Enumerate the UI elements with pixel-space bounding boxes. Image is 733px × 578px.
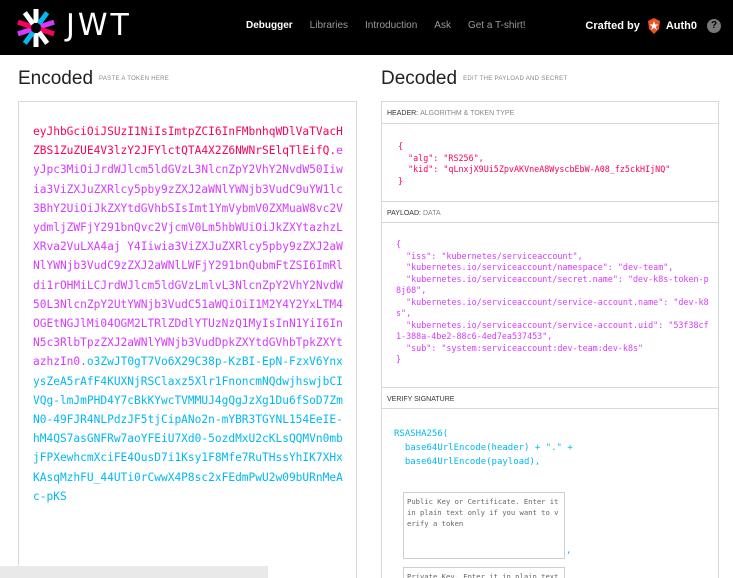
token-dot-2: .	[80, 355, 87, 369]
encoded-title-text: Encoded	[18, 68, 94, 89]
private-key-input[interactable]: Private Key. Enter it in plain text only…	[403, 567, 565, 578]
nav-link-tshirt[interactable]: Get a T-shirt!	[468, 20, 526, 31]
encoded-subtitle: PASTE A TOKEN HERE	[99, 75, 170, 82]
payload-section-label: PAYLOAD: DATA	[382, 201, 718, 223]
json-line: }	[398, 175, 404, 186]
sig-line: base64UrlEncode(header) + "." +	[394, 443, 573, 453]
json-line: "kubernetes.io/serviceaccount/service-ac…	[396, 319, 709, 342]
payload-label: PAYLOAD:	[387, 210, 421, 217]
decoded-title: Decoded EDIT THE PAYLOAD AND SECRET	[381, 68, 567, 90]
verify-label: VERIFY SIGNATURE	[387, 396, 455, 403]
header-section-label: HEADER: ALGORITHM & TOKEN TYPE	[382, 102, 718, 124]
token-header-part: eyJhbGciOiJSUzI1NiIsImtpZCI6InFMbnhqWDlV…	[33, 125, 343, 158]
horizontal-scrollbar[interactable]	[0, 566, 268, 578]
logo-text[interactable]: JWT	[66, 8, 132, 43]
json-line: "iss": "kubernetes/serviceaccount",	[396, 250, 583, 261]
json-line: "kid": "qLnxjX9Ui5ZpvAKVneA8WyscbEbW-A08…	[398, 164, 671, 174]
header-sublabel: ALGORITHM & TOKEN TYPE	[420, 110, 515, 117]
top-navbar: JWT Debugger Libraries Introduction Ask …	[0, 0, 733, 55]
token-signature-part: o3ZwJT0gT7Vo6X29C38p-KzBI-EpN-FzxV6Ynxys…	[33, 355, 343, 503]
verify-section-label: VERIFY SIGNATURE	[382, 387, 718, 409]
crafted-by-link[interactable]: Crafted by Auth0	[585, 18, 697, 34]
header-json-editor[interactable]: { "alg": "RS256", "kid": "qLnxjX9Ui5ZpvA…	[398, 141, 710, 187]
comma-separator: ,	[566, 546, 572, 556]
auth0-label: Auth0	[665, 20, 697, 32]
payload-sublabel: DATA	[422, 210, 441, 217]
json-line: {	[396, 239, 402, 249]
nav-link-ask[interactable]: Ask	[434, 20, 451, 31]
json-line: "kubernetes.io/serviceaccount/namespace"…	[396, 262, 674, 272]
jwt-logo-icon[interactable]	[16, 8, 56, 48]
token-payload-part: eyJpc3MiOiJrdWJlcm5ldGVzL3NlcnZpY2VhY2Nv…	[33, 144, 343, 369]
json-line: {	[398, 141, 404, 151]
json-line: }	[396, 354, 402, 364]
crafted-by-text: Crafted by	[585, 20, 640, 32]
decoded-title-text: Decoded	[381, 68, 458, 89]
json-line: "kubernetes.io/serviceaccount/secret.nam…	[396, 273, 709, 296]
nav-link-debugger[interactable]: Debugger	[246, 20, 293, 31]
json-line: "kubernetes.io/serviceaccount/service-ac…	[396, 296, 709, 319]
encoded-token-text[interactable]: eyJhbGciOiJSUzI1NiIsImtpZCI6InFMbnhqWDlV…	[33, 122, 345, 506]
nav-link-introduction[interactable]: Introduction	[365, 20, 417, 31]
help-icon[interactable]: ?	[707, 19, 721, 33]
json-line: "alg": "RS256",	[398, 152, 484, 163]
nav-link-libraries[interactable]: Libraries	[310, 20, 348, 31]
encoded-title: Encoded PASTE A TOKEN HERE	[18, 68, 169, 90]
json-line: "sub": "system:serviceaccount:dev-team:d…	[396, 342, 644, 353]
decoded-panel: HEADER: ALGORITHM & TOKEN TYPE { "alg": "…	[381, 101, 719, 578]
auth0-shield-icon	[647, 18, 660, 34]
public-key-input[interactable]: Public Key or Certificate. Enter it in p…	[403, 492, 565, 559]
sig-line: RSASHA256(	[394, 429, 449, 439]
payload-json-editor[interactable]: { "iss": "kubernetes/serviceaccount", "k…	[396, 239, 712, 366]
encoded-token-editor[interactable]: eyJhbGciOiJSUzI1NiIsImtpZCI6InFMbnhqWDlV…	[18, 101, 357, 578]
decoded-subtitle: EDIT THE PAYLOAD AND SECRET	[463, 75, 568, 82]
signature-formula: RSASHA256( base64UrlEncode(header) + "."…	[394, 427, 573, 469]
sig-line: base64UrlEncode(payload),	[394, 457, 541, 467]
nav-links: Debugger Libraries Introduction Ask Get …	[246, 20, 543, 31]
header-label: HEADER:	[387, 110, 419, 117]
